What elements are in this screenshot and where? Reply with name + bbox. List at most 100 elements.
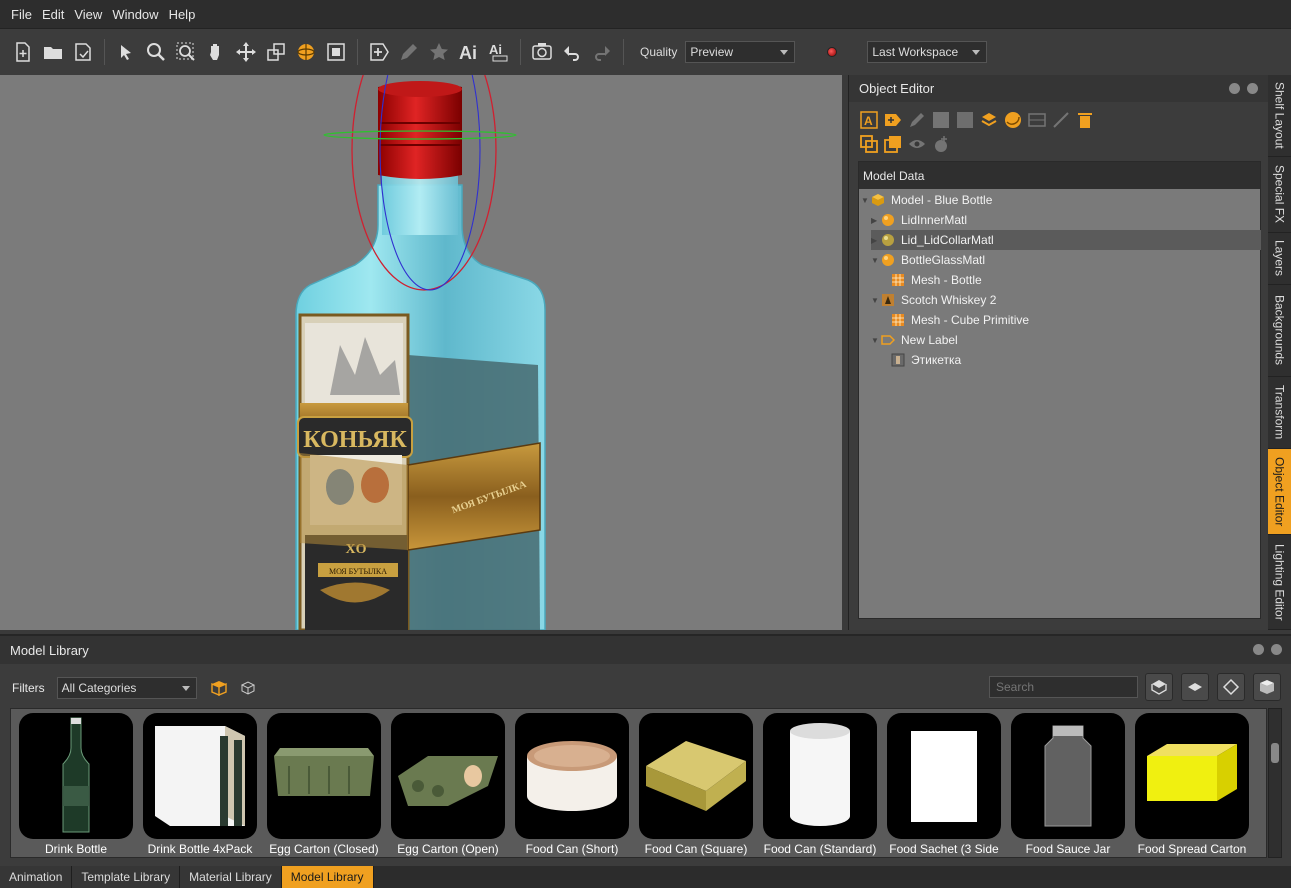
frame-icon[interactable] bbox=[323, 39, 349, 65]
float-panel-icon[interactable] bbox=[1253, 644, 1264, 655]
add-text-icon[interactable]: A bbox=[857, 108, 881, 132]
select-tool-icon[interactable] bbox=[113, 39, 139, 65]
edit-icon[interactable] bbox=[396, 39, 422, 65]
expand-arrow-icon[interactable]: ▼ bbox=[871, 336, 881, 345]
tree-row-mesh[interactable]: Mesh - Bottle bbox=[881, 270, 982, 290]
tab-material-library[interactable]: Material Library bbox=[180, 866, 282, 888]
add-object-icon[interactable] bbox=[366, 39, 392, 65]
tree-row-material[interactable]: ▶ LidInnerMatl bbox=[871, 210, 967, 230]
tree-label: Model - Blue Bottle bbox=[891, 193, 993, 207]
record-indicator-icon[interactable] bbox=[827, 47, 838, 57]
texture-map-icon[interactable] bbox=[1025, 108, 1049, 132]
view-front-icon[interactable] bbox=[1145, 673, 1173, 701]
view-side-icon[interactable] bbox=[1217, 673, 1245, 701]
model-thumbnail bbox=[1011, 713, 1125, 839]
tree-row-mesh[interactable]: Mesh - Cube Primitive bbox=[881, 310, 1029, 330]
text-ai-edit-icon[interactable]: Ai bbox=[486, 39, 512, 65]
menu-bar: File Edit View Window Help bbox=[0, 0, 1291, 28]
text-ai-icon[interactable]: Ai bbox=[456, 39, 482, 65]
duplicate-icon[interactable] bbox=[857, 132, 881, 156]
tab-layers[interactable]: Layers bbox=[1268, 233, 1291, 285]
tab-model-library[interactable]: Model Library bbox=[281, 866, 374, 888]
view-top-icon[interactable] bbox=[1181, 673, 1209, 701]
model-item[interactable]: Egg Carton (Closed) bbox=[265, 713, 383, 856]
zoom-region-icon[interactable] bbox=[173, 39, 199, 65]
scale-icon[interactable] bbox=[263, 39, 289, 65]
solid-block-icon[interactable] bbox=[953, 108, 977, 132]
tree-row-label[interactable]: ▼ New Label bbox=[871, 330, 958, 350]
menu-help[interactable]: Help bbox=[164, 7, 201, 22]
search-input[interactable] bbox=[989, 676, 1138, 698]
image-icon[interactable] bbox=[929, 108, 953, 132]
tree-row-material[interactable]: ▼ BottleGlassMatl bbox=[871, 250, 985, 270]
model-data-header: Model Data bbox=[859, 162, 1260, 189]
tab-special-fx[interactable]: Special FX bbox=[1268, 157, 1291, 233]
menu-edit[interactable]: Edit bbox=[37, 7, 69, 22]
model-item[interactable]: Food Sauce Jar bbox=[1009, 713, 1127, 856]
model-filter-icon[interactable] bbox=[210, 680, 227, 696]
tab-transform[interactable]: Transform bbox=[1268, 377, 1291, 449]
object-editor-title-bar: Object Editor bbox=[849, 75, 1268, 102]
redo-icon[interactable] bbox=[589, 39, 615, 65]
tab-backgrounds[interactable]: Backgrounds bbox=[1268, 285, 1291, 377]
move-icon[interactable] bbox=[233, 39, 259, 65]
edit-label-icon[interactable] bbox=[905, 108, 929, 132]
bottom-tab-strip: Animation Template Library Material Libr… bbox=[0, 866, 1291, 888]
camera-icon[interactable] bbox=[529, 39, 555, 65]
undo-icon[interactable] bbox=[559, 39, 585, 65]
tab-animation[interactable]: Animation bbox=[0, 866, 73, 888]
workspace-select[interactable]: Last Workspace bbox=[867, 41, 988, 63]
scrollbar-thumb[interactable] bbox=[1271, 743, 1279, 763]
tree-row-material-selected[interactable]: ▶ Lid_LidCollarMatl bbox=[871, 230, 1261, 250]
tree-row-texture[interactable]: ▼ Scotch Whiskey 2 bbox=[871, 290, 996, 310]
trash-icon[interactable] bbox=[1073, 108, 1097, 132]
model-item[interactable]: Egg Carton (Open) bbox=[389, 713, 507, 856]
tree-row-model[interactable]: ▼ Model - Blue Bottle bbox=[861, 190, 992, 210]
model-grid-scrollbar[interactable] bbox=[1268, 708, 1282, 858]
expand-arrow-icon[interactable]: ▼ bbox=[871, 296, 881, 305]
close-panel-icon[interactable] bbox=[1247, 83, 1258, 94]
category-select[interactable]: All Categories bbox=[56, 677, 197, 699]
save-icon[interactable] bbox=[70, 39, 96, 65]
tab-shelf-layout[interactable]: Shelf Layout bbox=[1268, 75, 1291, 157]
material-ball-icon[interactable] bbox=[1001, 108, 1025, 132]
menu-window[interactable]: Window bbox=[107, 7, 163, 22]
expand-arrow-icon[interactable]: ▼ bbox=[871, 256, 881, 265]
zoom-icon[interactable] bbox=[143, 39, 169, 65]
model-item[interactable]: Food Spread Carton bbox=[1133, 713, 1251, 856]
mesh-tool-icon[interactable] bbox=[977, 108, 1001, 132]
rotate-icon[interactable] bbox=[293, 39, 319, 65]
model-item[interactable]: Drink Bottle 4xPack bbox=[141, 713, 259, 856]
light-add-icon[interactable] bbox=[929, 132, 953, 156]
view-iso-icon[interactable] bbox=[1253, 673, 1281, 701]
expand-arrow-icon[interactable]: ▶ bbox=[871, 236, 881, 245]
tree-row-label-texture[interactable]: Этикетка bbox=[881, 350, 961, 370]
model-item[interactable]: Food Sachet (3 Side bbox=[885, 713, 1003, 856]
float-panel-icon[interactable] bbox=[1229, 83, 1240, 94]
model-item[interactable]: Food Can (Standard) bbox=[761, 713, 879, 856]
tab-template-library[interactable]: Template Library bbox=[72, 866, 181, 888]
3d-viewport[interactable]: КОНЬЯК XO МОЯ БУТЫЛКА МОЯ БУТЫЛКА bbox=[0, 75, 842, 630]
menu-file[interactable]: File bbox=[6, 7, 37, 22]
tree-label: Scotch Whiskey 2 bbox=[901, 293, 997, 307]
new-file-icon[interactable] bbox=[10, 39, 36, 65]
expand-arrow-icon[interactable]: ▼ bbox=[861, 196, 871, 205]
expand-arrow-icon[interactable]: ▶ bbox=[871, 216, 881, 225]
tab-lighting-editor[interactable]: Lighting Editor bbox=[1268, 535, 1291, 630]
menu-view[interactable]: View bbox=[69, 7, 107, 22]
primitive-filter-icon[interactable] bbox=[240, 681, 255, 695]
apply-icon[interactable] bbox=[1049, 108, 1073, 132]
model-item[interactable]: Food Can (Square) bbox=[637, 713, 755, 856]
open-folder-icon[interactable] bbox=[40, 39, 66, 65]
add-label-icon[interactable] bbox=[881, 108, 905, 132]
close-panel-icon[interactable] bbox=[1271, 644, 1282, 655]
quality-select[interactable]: Preview bbox=[685, 41, 796, 63]
tab-object-editor[interactable]: Object Editor bbox=[1268, 449, 1291, 535]
star-icon[interactable] bbox=[426, 39, 452, 65]
visibility-eye-icon[interactable] bbox=[905, 132, 929, 156]
pan-hand-icon[interactable] bbox=[203, 39, 229, 65]
model-thumbnail bbox=[143, 713, 257, 839]
model-item[interactable]: Food Can (Short) bbox=[513, 713, 631, 856]
copy-stack-icon[interactable] bbox=[881, 132, 905, 156]
model-item[interactable]: Drink Bottle bbox=[17, 713, 135, 856]
